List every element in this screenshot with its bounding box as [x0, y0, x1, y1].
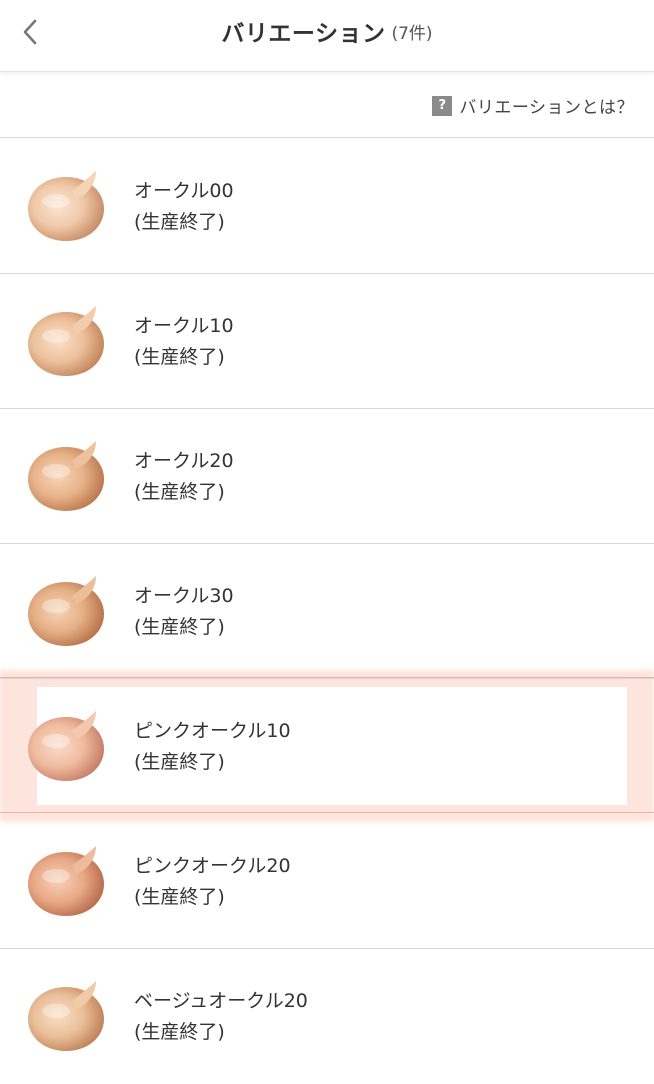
cream-swatch-icon	[28, 441, 104, 511]
help-label: バリエーションとは？	[459, 98, 634, 118]
cream-swatch-icon	[28, 576, 104, 646]
cream-swatch-icon	[28, 306, 104, 376]
page-title: バリエーション	[221, 21, 386, 47]
variation-name: オークル10	[134, 315, 234, 337]
variation-text: オークル00 (生産終了)	[134, 176, 234, 238]
help-row: ? バリエーションとは？	[0, 72, 654, 138]
variation-item[interactable]: オークル20 (生産終了)	[0, 409, 654, 544]
question-icon: ?	[432, 95, 453, 116]
variation-status: (生産終了)	[134, 211, 225, 233]
app-header: バリエーション (7件)	[0, 0, 654, 72]
variation-text: ピンクオークル20 (生産終了)	[134, 851, 291, 913]
variation-status: (生産終了)	[134, 346, 225, 368]
variation-item[interactable]: ベージュオークル20 (生産終了)	[0, 949, 654, 1084]
variation-status: (生産終了)	[134, 751, 225, 773]
variation-name: オークル30	[134, 585, 234, 607]
variation-status: (生産終了)	[134, 616, 225, 638]
variation-status: (生産終了)	[134, 1021, 225, 1043]
variation-item[interactable]: オークル00 (生産終了)	[0, 139, 654, 274]
variation-name: ピンクオークル20	[134, 855, 291, 877]
variation-help-link[interactable]: ? バリエーションとは？	[432, 93, 634, 118]
variation-count: (7件)	[391, 23, 433, 44]
variation-status: (生産終了)	[134, 481, 225, 503]
variation-status: (生産終了)	[134, 886, 225, 908]
cream-swatch-icon	[28, 846, 104, 916]
cream-swatch-icon	[28, 981, 104, 1051]
variation-list: オークル00 (生産終了) オークル10 (生産終了) オークル20 (生産終了…	[0, 139, 654, 1084]
header-title-wrap: バリエーション (7件)	[0, 0, 654, 62]
variation-text: ベージュオークル20 (生産終了)	[134, 986, 308, 1048]
variation-item[interactable]: オークル30 (生産終了)	[0, 544, 654, 679]
variation-text: オークル10 (生産終了)	[134, 311, 234, 373]
variation-name: ピンクオークル10	[134, 720, 291, 742]
variation-item-selected[interactable]: ピンクオークル10 (生産終了)	[0, 679, 654, 814]
variation-name: オークル20	[134, 450, 234, 472]
variation-text: ピンクオークル10 (生産終了)	[134, 716, 291, 778]
variation-name: ベージュオークル20	[134, 990, 308, 1012]
variation-name: オークル00	[134, 180, 234, 202]
variation-item[interactable]: オークル10 (生産終了)	[0, 274, 654, 409]
variation-text: オークル30 (生産終了)	[134, 581, 234, 643]
variation-text: オークル20 (生産終了)	[134, 446, 234, 508]
cream-swatch-icon	[28, 171, 104, 241]
cream-swatch-icon	[28, 711, 104, 781]
variation-item[interactable]: ピンクオークル20 (生産終了)	[0, 814, 654, 949]
